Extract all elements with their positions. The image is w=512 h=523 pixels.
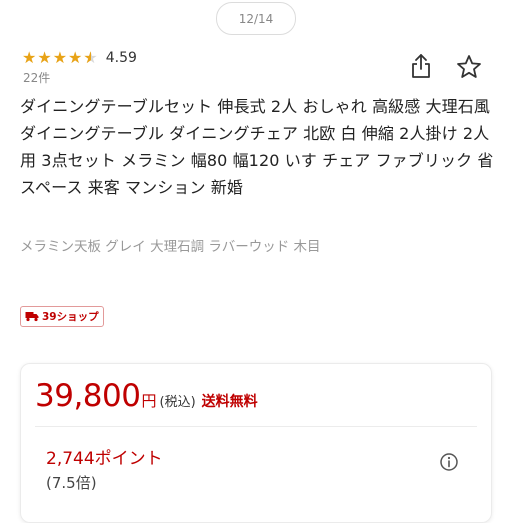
- review-count[interactable]: 22件: [23, 69, 50, 86]
- share-icon[interactable]: [408, 52, 434, 80]
- rating-value: 4.59: [105, 50, 137, 66]
- points-earned: 2,744ポイント: [46, 449, 163, 469]
- star-icon: ★: [52, 48, 68, 67]
- free-shipping-label: 送料無料: [201, 394, 258, 410]
- star-outline-icon[interactable]: [455, 53, 483, 81]
- star-icon: ★: [37, 48, 52, 67]
- divider: [35, 426, 477, 427]
- info-icon[interactable]: [439, 452, 459, 472]
- product-title: ダイニングテーブルセット 伸長式 2人 おしゃれ 高級感 大理石風 ダイニングテ…: [20, 97, 494, 197]
- price-card: 39,800 円 (税込) 送料無料 2,744ポイント (7.5倍): [20, 363, 492, 523]
- price-currency: 円: [141, 392, 157, 410]
- price-row: 39,800 円 (税込) 送料無料: [35, 378, 258, 414]
- price-amount: 39,800: [35, 378, 141, 414]
- tax-note: (税込): [159, 395, 196, 410]
- shop-badge[interactable]: 39ショップ: [20, 306, 104, 327]
- rating-stars: ★ ★ ★ ★ ★: [22, 48, 99, 67]
- image-pager-counter: 12/14: [216, 2, 296, 35]
- star-icon: ★: [68, 48, 83, 67]
- points-multiplier: (7.5倍): [46, 474, 97, 492]
- truck-icon: [25, 312, 39, 322]
- product-variant: メラミン天板 グレイ 大理石調 ラバーウッド 木目: [20, 239, 321, 255]
- rating-row[interactable]: ★ ★ ★ ★ ★ 4.59: [22, 48, 137, 68]
- star-half-icon: ★: [83, 50, 97, 67]
- shop-badge-label: 39ショップ: [42, 311, 99, 323]
- star-icon: ★: [22, 48, 37, 67]
